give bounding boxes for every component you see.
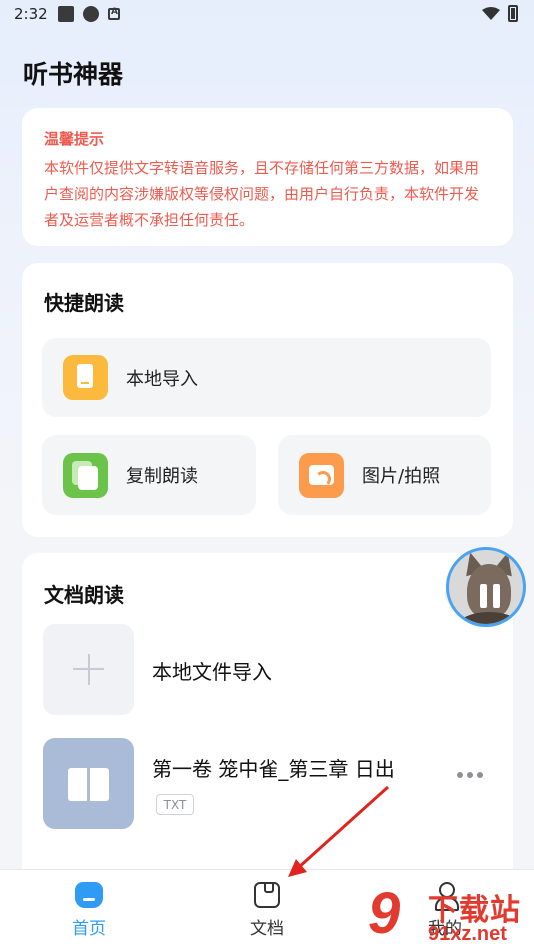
nav-documents-label: 文档 — [250, 919, 284, 939]
watermark-numeral: 9 — [368, 881, 401, 946]
quick-read-title: 快捷朗读 — [44, 291, 124, 315]
status-bar: 2:32 — [0, 0, 534, 28]
copy-icon — [63, 452, 108, 498]
pause-icon — [480, 584, 500, 608]
watermark-url: 91xz.net — [428, 923, 507, 945]
more-options-icon[interactable] — [457, 772, 483, 778]
quick-read-card: 快捷朗读 本地导入 复制朗读 图片/拍照 — [22, 263, 513, 537]
notification-icons — [58, 6, 120, 22]
nav-home-label: 首页 — [72, 919, 106, 939]
notice-title: 温馨提示 — [44, 130, 105, 148]
notice-body: 本软件仅提供文字转语音服务，且不存储任何第三方数据，如果用户查阅的内容涉嫌版权等… — [44, 159, 480, 229]
book-cover[interactable] — [43, 738, 134, 829]
add-file-button[interactable] — [43, 624, 134, 715]
font-a-icon — [108, 7, 120, 20]
image-photo-button[interactable]: 图片/拍照 — [278, 435, 491, 515]
status-time: 2:32 — [14, 5, 48, 23]
document-title[interactable]: 第一卷 笼中雀_第三章 日出 — [152, 753, 395, 782]
image-icon — [299, 452, 344, 498]
notification-square-icon — [58, 6, 74, 22]
document-read-card: 文档朗读 管理 本地文件导入 第一卷 笼中雀_第三章 日出 TXT — [22, 553, 513, 883]
local-import-button[interactable]: 本地导入 — [42, 338, 491, 417]
nav-documents[interactable]: 文档 — [227, 882, 307, 939]
battery-icon — [508, 5, 518, 22]
format-badge: TXT — [156, 794, 194, 815]
aperture-icon — [83, 6, 99, 22]
local-import-label: 本地导入 — [126, 368, 198, 390]
floating-player-avatar[interactable] — [446, 547, 526, 627]
system-icons — [482, 5, 518, 22]
wifi-icon — [482, 6, 500, 20]
copy-read-label: 复制朗读 — [126, 466, 198, 487]
app-title: 听书神器 — [23, 60, 124, 89]
document-icon — [254, 882, 280, 908]
phone-import-icon — [63, 355, 108, 400]
nav-home[interactable]: 首页 — [49, 882, 129, 939]
watermark-logo: 9 下载站 91xz.net — [368, 883, 534, 950]
home-icon — [75, 882, 103, 908]
copy-read-button[interactable]: 复制朗读 — [42, 435, 256, 515]
document-read-title: 文档朗读 — [44, 583, 124, 607]
image-photo-label: 图片/拍照 — [362, 466, 441, 487]
local-file-import-label[interactable]: 本地文件导入 — [152, 656, 272, 685]
notice-card: 温馨提示 本软件仅提供文字转语音服务，且不存储任何第三方数据，如果用户查阅的内容… — [22, 108, 513, 246]
